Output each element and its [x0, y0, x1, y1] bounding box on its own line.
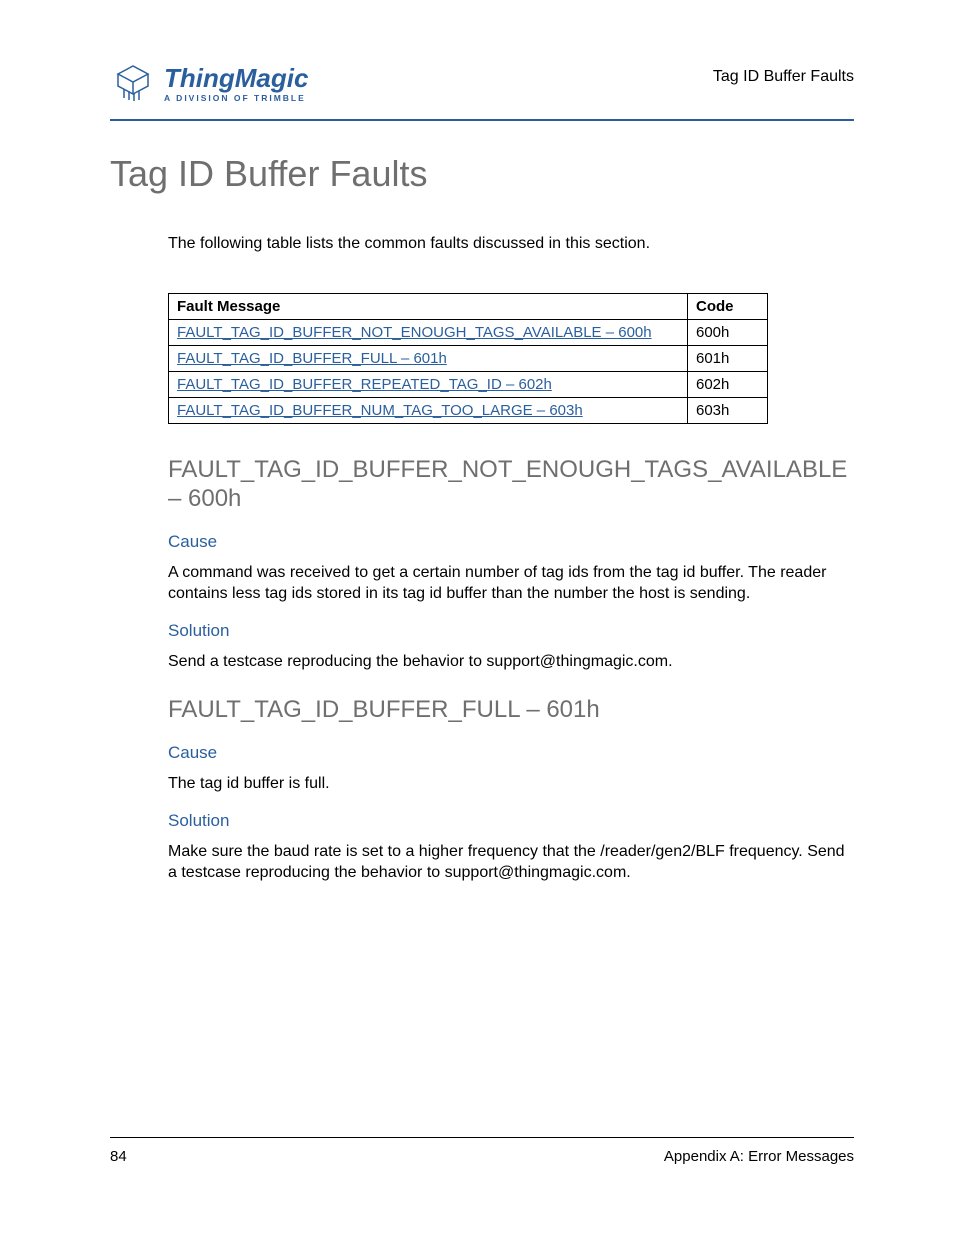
fault-heading: FAULT_TAG_ID_BUFFER_FULL – 601h	[168, 696, 854, 725]
cause-label: Cause	[168, 743, 854, 763]
logo-text-main: ThingMagic	[164, 65, 308, 91]
logo-text-sub: A DIVISION OF TRIMBLE	[164, 93, 308, 103]
page-header: ThingMagic A DIVISION OF TRIMBLE Tag ID …	[110, 60, 854, 121]
fault-link[interactable]: FAULT_TAG_ID_BUFFER_NUM_TAG_TOO_LARGE – …	[177, 402, 583, 419]
solution-label: Solution	[168, 811, 854, 831]
table-header-code: Code	[688, 294, 768, 320]
table-header-message: Fault Message	[169, 294, 688, 320]
cause-label: Cause	[168, 532, 854, 552]
intro-text: The following table lists the common fau…	[168, 235, 854, 253]
faults-table: Fault Message Code FAULT_TAG_ID_BUFFER_N…	[168, 293, 768, 424]
appendix-label: Appendix A: Error Messages	[664, 1148, 854, 1165]
solution-text: Send a testcase reproducing the behavior…	[168, 651, 854, 673]
fault-heading: FAULT_TAG_ID_BUFFER_NOT_ENOUGH_TAGS_AVAI…	[168, 456, 854, 514]
table-row: FAULT_TAG_ID_BUFFER_FULL – 601h 601h	[169, 346, 768, 372]
fault-link[interactable]: FAULT_TAG_ID_BUFFER_NOT_ENOUGH_TAGS_AVAI…	[177, 324, 652, 341]
cause-text: A command was received to get a certain …	[168, 562, 854, 605]
solution-label: Solution	[168, 621, 854, 641]
table-row: FAULT_TAG_ID_BUFFER_NOT_ENOUGH_TAGS_AVAI…	[169, 320, 768, 346]
logo: ThingMagic A DIVISION OF TRIMBLE	[110, 60, 308, 107]
fault-code: 602h	[688, 372, 768, 398]
table-row: FAULT_TAG_ID_BUFFER_NUM_TAG_TOO_LARGE – …	[169, 398, 768, 424]
page-title: Tag ID Buffer Faults	[110, 153, 854, 195]
fault-code: 601h	[688, 346, 768, 372]
fault-link[interactable]: FAULT_TAG_ID_BUFFER_REPEATED_TAG_ID – 60…	[177, 376, 552, 393]
solution-text: Make sure the baud rate is set to a high…	[168, 841, 854, 884]
page-footer: 84 Appendix A: Error Messages	[110, 1137, 854, 1165]
fault-link[interactable]: FAULT_TAG_ID_BUFFER_FULL – 601h	[177, 350, 447, 367]
fault-code: 603h	[688, 398, 768, 424]
header-section-title: Tag ID Buffer Faults	[713, 68, 854, 86]
page-number: 84	[110, 1148, 127, 1165]
fault-code: 600h	[688, 320, 768, 346]
logo-icon	[110, 60, 156, 107]
table-row: FAULT_TAG_ID_BUFFER_REPEATED_TAG_ID – 60…	[169, 372, 768, 398]
cause-text: The tag id buffer is full.	[168, 773, 854, 795]
